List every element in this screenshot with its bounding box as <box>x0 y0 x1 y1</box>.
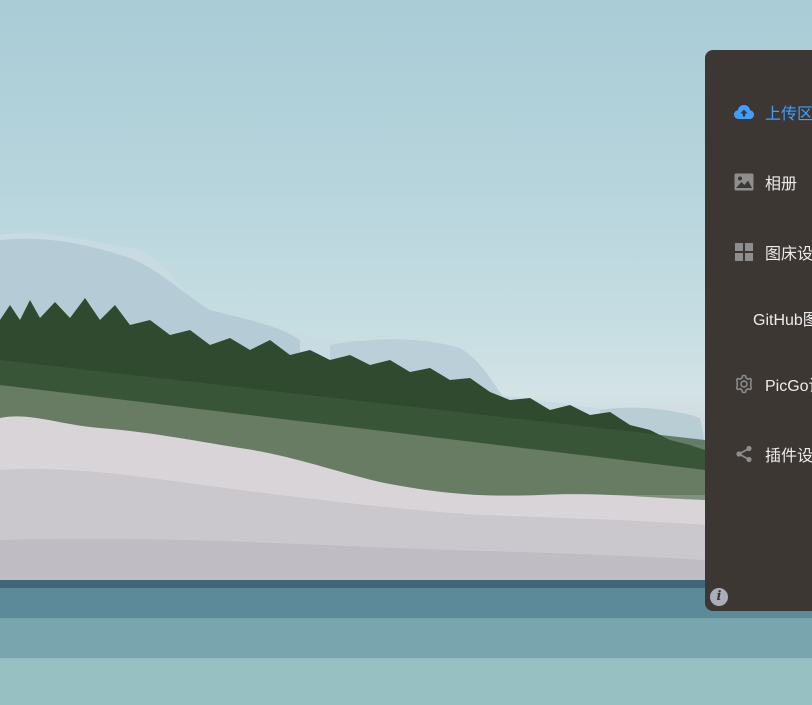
sidebar-item-label: PicGo设置 <box>765 378 812 395</box>
sidebar-item-gallery[interactable]: 相册 <box>705 162 812 202</box>
sidebar-item-label: 相册 <box>765 176 798 193</box>
sidebar-item-plugin-settings[interactable]: 插件设置 <box>705 434 812 474</box>
info-icon[interactable]: i <box>710 588 728 606</box>
desktop-background: 上传区 相册 图床设置 <box>0 0 812 705</box>
picgo-sidebar-panel: 上传区 相册 图床设置 <box>705 50 812 611</box>
sidebar-item-github-picbed[interactable]: GitHub图床 <box>705 298 812 338</box>
sidebar-item-label: 上传区 <box>765 106 812 123</box>
cloud-upload-icon <box>733 101 755 123</box>
share-icon <box>733 443 755 465</box>
grid-icon <box>733 241 755 263</box>
sidebar-item-label: 图床设置 <box>765 246 812 263</box>
sidebar-item-upload[interactable]: 上传区 <box>705 92 812 132</box>
image-icon <box>733 171 755 193</box>
sidebar-item-label: 插件设置 <box>765 448 812 465</box>
landscape-wallpaper <box>0 232 812 705</box>
gear-icon <box>733 373 755 395</box>
sidebar-item-picgo-settings[interactable]: PicGo设置 <box>705 364 812 404</box>
sidebar-item-label: GitHub图床 <box>753 312 812 329</box>
sidebar-item-picbed-settings[interactable]: 图床设置 <box>705 232 812 272</box>
